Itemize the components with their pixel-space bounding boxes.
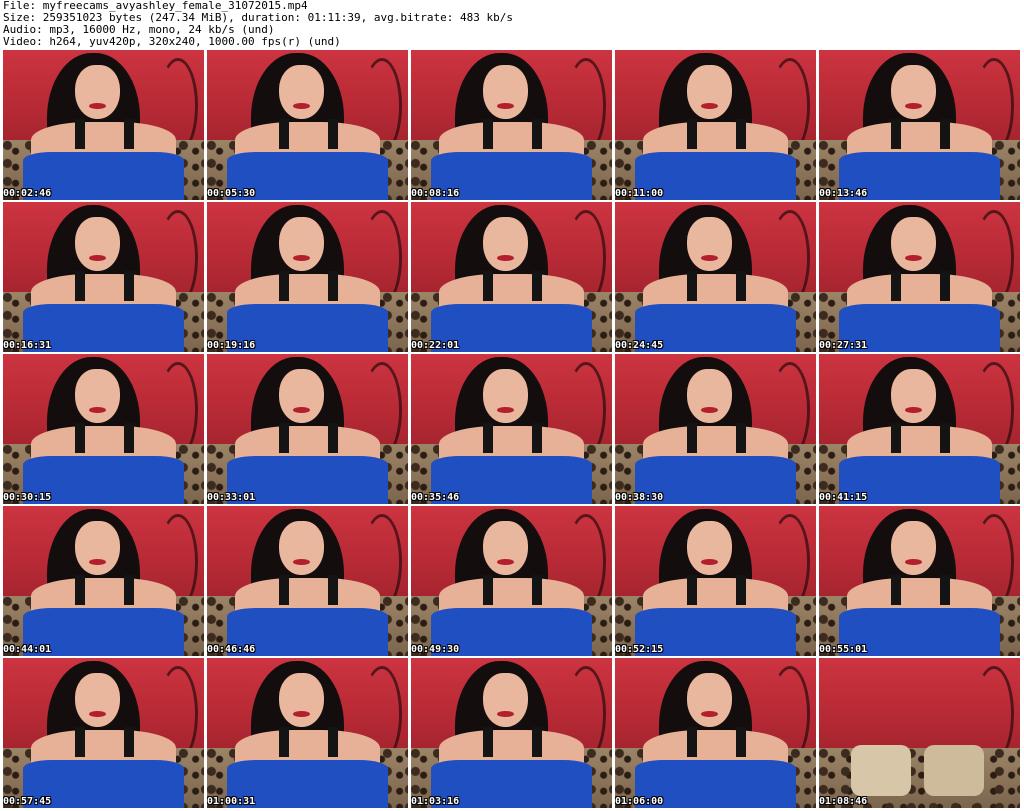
- thumbnail: 00:08:16: [411, 50, 612, 200]
- thumbnail: 00:13:46: [819, 50, 1020, 200]
- thumbnail-timestamp: 00:22:01: [411, 340, 460, 351]
- thumbnail-timestamp: 00:49:30: [411, 644, 460, 655]
- thumbnail: 01:03:16: [411, 658, 612, 808]
- thumbnail-grid: 00:02:46 00:05:30 00:08:16 00:11:00 00:1…: [3, 50, 1021, 809]
- thumbnail: 00:52:15: [615, 506, 816, 656]
- thumbnail: 00:05:30: [207, 50, 408, 200]
- thumbnail: 00:38:30: [615, 354, 816, 504]
- thumbnail: 00:57:45: [3, 658, 204, 808]
- video-info-line: Video: h264, yuv420p, 320x240, 1000.00 f…: [3, 35, 341, 48]
- thumbnail-timestamp: 00:46:46: [207, 644, 256, 655]
- thumbnail-timestamp: 00:44:01: [3, 644, 52, 655]
- thumbnail-timestamp: 00:33:01: [207, 492, 256, 503]
- thumbnail-timestamp: 00:05:30: [207, 188, 256, 199]
- thumbnail-timestamp: 00:11:00: [615, 188, 664, 199]
- thumbnail-timestamp: 00:19:16: [207, 340, 256, 351]
- thumbnail: 00:44:01: [3, 506, 204, 656]
- thumbnail: 01:08:46: [819, 658, 1020, 808]
- thumbnail-timestamp: 00:38:30: [615, 492, 664, 503]
- thumbnail: 00:11:00: [615, 50, 816, 200]
- thumbnail: 00:41:15: [819, 354, 1020, 504]
- thumbnail: 00:49:30: [411, 506, 612, 656]
- thumbnail-timestamp: 00:35:46: [411, 492, 460, 503]
- thumbnail: 00:35:46: [411, 354, 612, 504]
- thumbnail-timestamp: 00:16:31: [3, 340, 52, 351]
- thumbnail-timestamp: 00:30:15: [3, 492, 52, 503]
- thumbnail-timestamp: 00:08:16: [411, 188, 460, 199]
- thumbnail: 00:33:01: [207, 354, 408, 504]
- thumbnail-timestamp: 01:06:00: [615, 796, 664, 807]
- thumbnail-timestamp: 01:08:46: [819, 796, 868, 807]
- thumbnail: 00:22:01: [411, 202, 612, 352]
- thumbnail-timestamp: 00:52:15: [615, 644, 664, 655]
- thumbnail: 00:02:46: [3, 50, 204, 200]
- thumbnail: 00:24:45: [615, 202, 816, 352]
- thumbnail-timestamp: 00:02:46: [3, 188, 52, 199]
- thumbnail: 00:46:46: [207, 506, 408, 656]
- thumbnail: 00:30:15: [3, 354, 204, 504]
- thumbnail: 00:19:16: [207, 202, 408, 352]
- thumbnail-timestamp: 00:24:45: [615, 340, 664, 351]
- thumbnail: 01:00:31: [207, 658, 408, 808]
- thumbnail: 00:27:31: [819, 202, 1020, 352]
- thumbnail-timestamp: 01:03:16: [411, 796, 460, 807]
- thumbnail: 00:55:01: [819, 506, 1020, 656]
- thumbnail: 01:06:00: [615, 658, 816, 808]
- thumbnail-timestamp: 00:57:45: [3, 796, 52, 807]
- thumbnail-timestamp: 01:00:31: [207, 796, 256, 807]
- thumbnail: 00:16:31: [3, 202, 204, 352]
- thumbnail-timestamp: 00:13:46: [819, 188, 868, 199]
- thumbnail-timestamp: 00:27:31: [819, 340, 868, 351]
- thumbnail-timestamp: 00:55:01: [819, 644, 868, 655]
- thumbnail-timestamp: 00:41:15: [819, 492, 868, 503]
- media-info-header: File: myfreecams_avyashley_female_310720…: [3, 0, 1021, 48]
